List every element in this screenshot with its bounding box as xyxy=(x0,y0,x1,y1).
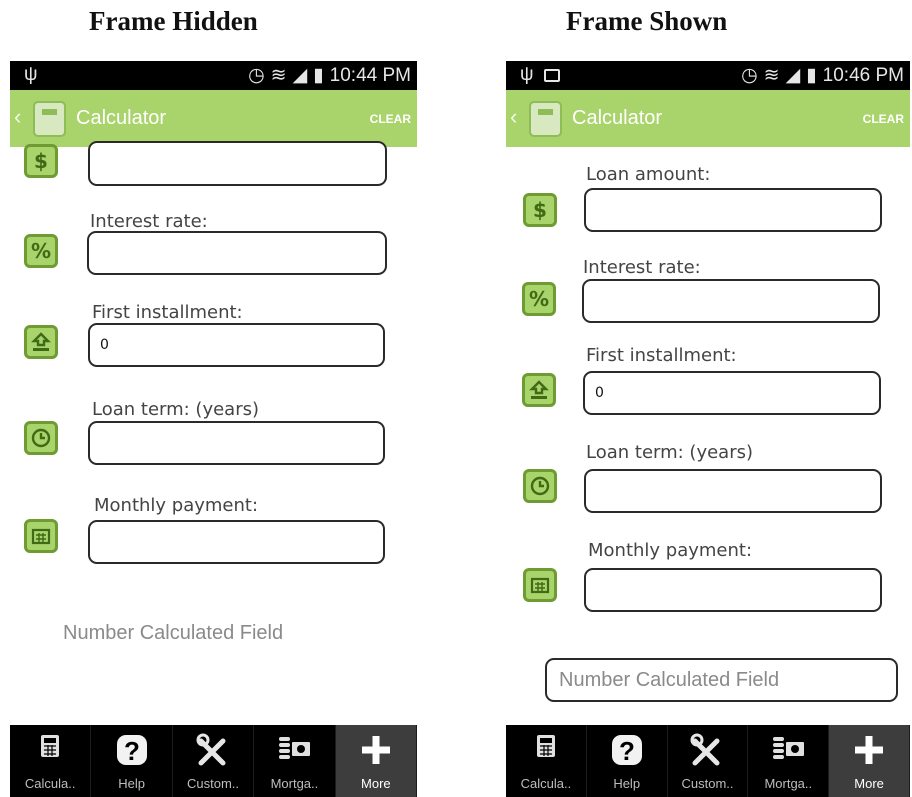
app-title: Calculator xyxy=(572,107,663,129)
image-notification-icon xyxy=(543,68,560,82)
app-action-bar: ‹ Calculator CLEAR xyxy=(506,90,910,147)
plus-icon xyxy=(359,733,393,772)
interest-rate-label: Interest rate: xyxy=(583,257,701,278)
plus-icon xyxy=(852,733,886,772)
back-chevron-icon[interactable]: ‹ xyxy=(510,104,517,130)
nav-label: More xyxy=(361,776,391,791)
percent-icon: % xyxy=(24,234,58,268)
first-installment-label: First installment: xyxy=(586,345,737,366)
back-chevron-icon[interactable]: ‹ xyxy=(14,104,21,130)
nav-label: Custom.. xyxy=(187,776,240,791)
nav-label: Help xyxy=(613,776,641,791)
monthly-payment-input[interactable] xyxy=(88,520,385,564)
dollar-icon: $ xyxy=(24,144,58,178)
nav-label: Custom.. xyxy=(681,776,734,791)
status-bar: ψ ◷ ≋ ◢ ▮ 10:44 PM xyxy=(10,61,417,90)
monthly-payment-label: Monthly payment: xyxy=(94,495,259,516)
app-action-bar: ‹ Calculator CLEAR xyxy=(10,90,417,147)
loan-term-label: Loan term: (years) xyxy=(92,399,260,420)
nav-more[interactable]: More xyxy=(829,725,910,797)
first-installment-input[interactable]: 0 xyxy=(583,371,881,415)
loan-term-input[interactable] xyxy=(88,421,385,465)
monthly-payment-label: Monthly payment: xyxy=(588,540,753,561)
signal-icon: ◢ xyxy=(785,65,801,86)
number-calculated-field: Number Calculated Field xyxy=(63,622,284,644)
calendar-icon xyxy=(24,519,58,553)
loan-term-label: Loan term: (years) xyxy=(586,442,754,463)
nav-help[interactable]: ? Help xyxy=(587,725,668,797)
status-bar: ψ ◷ ≋ ◢ ▮ 10:46 PM xyxy=(506,61,910,90)
loan-term-input[interactable] xyxy=(584,469,882,513)
nav-calculator[interactable]: Calcula.. xyxy=(506,725,587,797)
right-figure-title: Frame Shown xyxy=(566,6,728,36)
nav-mortgage[interactable]: Mortga.. xyxy=(748,725,830,797)
nav-custom[interactable]: Custom.. xyxy=(668,725,749,797)
calculator-icon xyxy=(535,733,557,764)
battery-icon: ▮ xyxy=(806,65,817,86)
interest-rate-input[interactable] xyxy=(87,231,387,275)
nav-calculator[interactable]: Calcula.. xyxy=(10,725,92,797)
bottom-navigation: Calcula.. ? Help Custom.. Mortga.. More xyxy=(506,725,910,797)
nav-label: Calcula.. xyxy=(24,776,76,791)
svg-text:?: ? xyxy=(124,736,140,766)
calculator-icon xyxy=(39,733,61,764)
left-figure-title: Frame Hidden xyxy=(89,6,258,36)
calendar-icon xyxy=(523,568,557,602)
clear-button[interactable]: CLEAR xyxy=(370,112,411,126)
first-installment-label: First installment: xyxy=(92,302,243,323)
bottom-navigation: Calcula.. ? Help Custom.. Mortga.. More xyxy=(10,725,417,797)
alarm-icon: ◷ xyxy=(248,65,265,86)
app-title: Calculator xyxy=(76,107,167,129)
nav-more[interactable]: More xyxy=(335,725,417,797)
loan-amount-label: Loan amount: xyxy=(586,164,711,185)
number-calculated-field[interactable]: Number Calculated Field xyxy=(545,658,898,702)
calculator-app-icon[interactable] xyxy=(529,101,562,137)
nav-help[interactable]: ? Help xyxy=(91,725,173,797)
dollar-icon: $ xyxy=(523,193,557,227)
clear-button[interactable]: CLEAR xyxy=(863,112,904,126)
tools-icon xyxy=(195,733,231,772)
nav-label: Calcula.. xyxy=(520,776,572,791)
tools-icon xyxy=(689,733,725,772)
phone-screen-frame-shown: ψ ◷ ≋ ◢ ▮ 10:46 PM ‹ Calculator CLEAR Lo… xyxy=(506,61,910,797)
calculator-app-icon[interactable] xyxy=(33,101,66,137)
nav-mortgage[interactable]: Mortga.. xyxy=(254,725,336,797)
interest-rate-label: Interest rate: xyxy=(90,211,208,232)
usb-icon: ψ xyxy=(520,64,534,85)
clock-icon xyxy=(24,421,58,455)
nav-label: Help xyxy=(118,776,145,791)
upload-tray-icon xyxy=(522,373,556,407)
loan-amount-input[interactable] xyxy=(88,141,387,186)
alarm-icon: ◷ xyxy=(741,65,758,86)
battery-icon: ▮ xyxy=(313,65,324,86)
clock-icon xyxy=(523,469,557,503)
upload-tray-icon xyxy=(24,325,58,359)
phone-screen-frame-hidden: ψ ◷ ≋ ◢ ▮ 10:44 PM ‹ Calculator CLEAR $ … xyxy=(10,61,417,797)
help-icon: ? xyxy=(115,733,149,772)
usb-icon: ψ xyxy=(24,64,38,85)
nav-label: More xyxy=(854,776,884,791)
first-installment-input[interactable]: 0 xyxy=(88,323,385,367)
wifi-icon: ≋ xyxy=(763,65,780,86)
loan-amount-input[interactable] xyxy=(584,188,882,232)
clock-time: 10:44 PM xyxy=(329,64,411,86)
monthly-payment-input[interactable] xyxy=(584,568,882,612)
percent-icon: % xyxy=(522,282,556,316)
wifi-icon: ≋ xyxy=(270,65,287,86)
signal-icon: ◢ xyxy=(292,65,308,86)
money-icon xyxy=(770,733,806,770)
clock-time: 10:46 PM xyxy=(822,64,904,86)
interest-rate-input[interactable] xyxy=(582,279,880,323)
help-icon: ? xyxy=(610,733,644,772)
nav-custom[interactable]: Custom.. xyxy=(173,725,255,797)
nav-label: Mortga.. xyxy=(270,776,319,791)
money-icon xyxy=(276,733,312,770)
nav-label: Mortga.. xyxy=(764,776,813,791)
svg-text:?: ? xyxy=(619,736,635,766)
